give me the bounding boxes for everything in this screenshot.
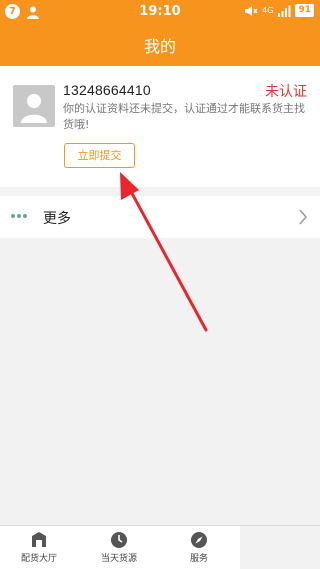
title-bar: 我的 bbox=[0, 24, 320, 66]
warehouse-icon bbox=[32, 532, 46, 547]
phone-number: 13248664410 bbox=[63, 82, 151, 98]
certification-description: 你的认证资料还未提交，认证通过才能联系货主找货哦! bbox=[63, 102, 305, 131]
nav-item-service[interactable]: 服务 bbox=[160, 526, 238, 569]
battery-level: 91 bbox=[295, 4, 314, 17]
certification-status: 未认证 bbox=[265, 84, 307, 100]
avatar[interactable] bbox=[13, 85, 55, 127]
more-menu-item[interactable]: 更多 bbox=[0, 196, 320, 238]
avatar-placeholder-icon bbox=[21, 94, 47, 123]
bottom-nav: 配货大厅 当天货源 服务 bbox=[0, 525, 320, 569]
profile-card: 13248664410 未认证 你的认证资料还未提交，认证通过才能联系货主找货哦… bbox=[0, 66, 320, 187]
network-type: 4G bbox=[262, 5, 274, 15]
signal-icon bbox=[278, 4, 291, 17]
nav-item-distribution-hall[interactable]: 配货大厅 bbox=[0, 526, 78, 569]
nav-label: 当天货源 bbox=[100, 554, 137, 564]
more-label: 更多 bbox=[43, 211, 71, 227]
more-icon bbox=[11, 214, 27, 218]
mute-icon bbox=[245, 5, 258, 16]
clock-icon bbox=[111, 532, 127, 548]
submit-button[interactable]: 立即提交 bbox=[64, 143, 135, 168]
nav-item-today-goods[interactable]: 当天货源 bbox=[80, 526, 158, 569]
chevron-right-icon bbox=[299, 209, 307, 225]
status-bar: 7 19:10 4G 91 bbox=[0, 0, 320, 24]
page-title: 我的 bbox=[143, 37, 176, 56]
nav-label: 服务 bbox=[189, 554, 208, 564]
compass-icon bbox=[191, 532, 207, 548]
nav-item-mine-active[interactable] bbox=[240, 526, 320, 569]
nav-label: 配货大厅 bbox=[20, 554, 57, 564]
